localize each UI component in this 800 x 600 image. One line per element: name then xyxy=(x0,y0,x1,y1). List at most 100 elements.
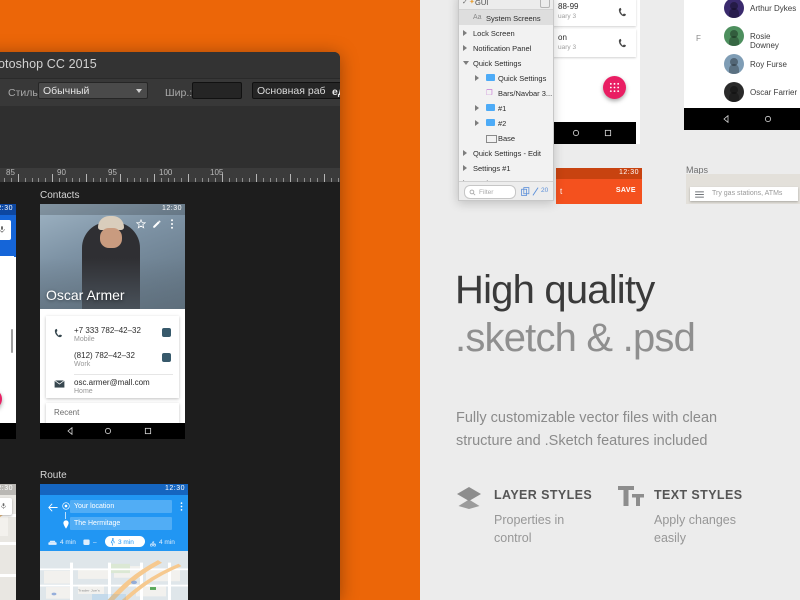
width-input[interactable] xyxy=(192,82,242,99)
artboard-contact-detail[interactable]: 12:30 Oscar Armer +7 333 782–42–32 Mobil… xyxy=(40,204,185,439)
chevron-right-icon[interactable] xyxy=(463,165,467,171)
opacity-icon[interactable] xyxy=(532,187,539,196)
route-connector xyxy=(65,512,66,519)
chevron-right-icon[interactable] xyxy=(463,30,467,36)
mic-icon[interactable] xyxy=(0,501,7,511)
message-icon-mobile[interactable] xyxy=(162,328,171,337)
artboard-contacts-list[interactable]: 12:30 Search people & places ★ ◴ xyxy=(0,204,16,439)
check-icon[interactable]: ✓ xyxy=(462,0,468,6)
android-nav-bar[interactable] xyxy=(40,423,185,439)
car-icon[interactable] xyxy=(48,540,57,546)
recent-card[interactable]: Recent xyxy=(46,403,179,423)
list-item[interactable]: Arthur Dykes xyxy=(0,328,16,350)
walk-mode-pill[interactable]: 3 min xyxy=(105,536,145,547)
call-log-row[interactable]: on uary 3 xyxy=(552,29,636,57)
walk-icon xyxy=(110,538,115,546)
save-button[interactable]: SAVE xyxy=(616,187,636,194)
duplicate-icon[interactable] xyxy=(521,187,530,196)
chevron-right-icon[interactable] xyxy=(475,120,479,126)
layer-row[interactable]: ❐ Bars/Navbar 3... xyxy=(459,85,553,100)
list-item[interactable]: Lucille Armer xyxy=(0,284,16,306)
photoshop-canvas[interactable]: ontact Contacts aps Route 12:30 Search p… xyxy=(0,182,340,600)
layer-row[interactable]: Quick Settings xyxy=(459,55,553,70)
list-item[interactable]: Oscar Farrier xyxy=(684,78,800,106)
layer-row[interactable]: Quick Settings xyxy=(459,70,553,85)
home-icon[interactable] xyxy=(104,427,112,435)
maps-search-input[interactable]: Try gas stations, ATMs xyxy=(0,498,12,515)
email-value[interactable]: osc.armer@mall.com xyxy=(74,378,150,387)
phone-icon[interactable] xyxy=(618,7,628,17)
filter-input[interactable]: Filter xyxy=(464,185,516,199)
sketch-layers-panel[interactable]: ✓ ✦ GUI Aa System Screens Lock Screen Notif… xyxy=(458,0,554,201)
artboard-maps[interactable]: Trader Joe's 12:30 Try gas stations, ATM… xyxy=(0,484,16,600)
destination-pin-icon xyxy=(63,520,69,529)
phone-icon[interactable] xyxy=(618,38,628,48)
dialer-fragment[interactable]: 88-99 uary 3 on uary 3 xyxy=(548,0,640,144)
status-bar: 12:30 xyxy=(556,168,642,179)
chevron-right-icon[interactable] xyxy=(475,75,479,81)
overflow-icon[interactable] xyxy=(170,219,174,229)
route-map-canvas[interactable]: Trader Joe's xyxy=(40,551,188,600)
chevron-right-icon[interactable] xyxy=(463,45,467,51)
android-nav-bar[interactable] xyxy=(0,423,16,439)
list-item[interactable]: APeter Avis xyxy=(0,262,16,284)
list-item[interactable]: Roy Furse xyxy=(684,50,800,78)
list-item[interactable]: Oscar Farrier xyxy=(0,394,16,416)
call-log-title: 88-99 xyxy=(558,2,579,11)
list-item[interactable]: DAngel Dillon xyxy=(0,306,16,328)
list-item[interactable]: Rosie Downey xyxy=(0,350,16,372)
chevron-right-icon[interactable] xyxy=(463,150,467,156)
layer-row[interactable]: #2 xyxy=(459,115,553,130)
layer-row[interactable]: #1 xyxy=(459,100,553,115)
phone-value-mobile[interactable]: +7 333 782–42–32 xyxy=(74,326,141,335)
chevron-right-icon[interactable] xyxy=(475,105,479,111)
list-item[interactable]: Rosie Downey xyxy=(684,22,800,50)
transit-icon[interactable] xyxy=(83,539,90,547)
mic-icon[interactable] xyxy=(0,224,6,235)
layer-row[interactable]: Base xyxy=(459,130,553,145)
origin-input[interactable]: Your location xyxy=(70,500,172,513)
maps-search-input[interactable]: Try gas stations, ATMs xyxy=(690,187,798,201)
search-input[interactable]: Search people & places xyxy=(0,220,11,240)
back-icon[interactable] xyxy=(722,115,730,123)
back-icon[interactable] xyxy=(66,427,74,435)
android-nav-bar[interactable] xyxy=(684,108,800,130)
edit-icon[interactable] xyxy=(152,219,162,229)
overflow-icon[interactable] xyxy=(180,502,183,511)
basic-field[interactable]: Основная раб xyxy=(252,82,340,99)
layer-row[interactable]: Notification Panel xyxy=(459,40,553,55)
photoshop-ruler[interactable]: 80859095100105 xyxy=(0,168,340,183)
list-item[interactable]: FRoy Furse xyxy=(0,372,16,394)
destination-input[interactable]: The Hermitage xyxy=(70,517,172,530)
android-nav-bar[interactable] xyxy=(552,122,636,144)
save-bar-fragment[interactable]: 12:30 t SAVE xyxy=(556,168,642,204)
contacts-tabs[interactable]: ★ ◴ xyxy=(0,244,16,258)
layer-row[interactable]: Aa System Screens xyxy=(459,10,553,25)
recents-icon[interactable] xyxy=(144,427,152,435)
maps-right-fragment[interactable]: Try gas stations, ATMs xyxy=(686,174,800,204)
phone-value-work[interactable]: (812) 782–42–32 xyxy=(74,351,135,360)
status-bar: 12:30 xyxy=(40,204,185,215)
collapse-icon[interactable] xyxy=(540,0,550,8)
scrollbar[interactable] xyxy=(11,329,13,353)
destination-value: The Hermitage xyxy=(74,520,121,527)
dialpad-fab[interactable] xyxy=(603,76,626,99)
contacts-right-fragment[interactable]: F Arthur Dykes Rosie Downey Roy Furse Oscar… xyxy=(684,0,800,130)
message-icon-work[interactable] xyxy=(162,353,171,362)
bike-icon[interactable] xyxy=(150,539,156,547)
call-log-row[interactable]: 88-99 uary 3 xyxy=(552,0,636,26)
chevron-down-icon[interactable] xyxy=(463,61,469,65)
artboard-route[interactable]: Trader Joe's 12:30 Your location The Her… xyxy=(40,484,188,600)
style-select[interactable]: Обычный xyxy=(38,82,148,99)
home-icon[interactable] xyxy=(764,115,772,123)
home-icon[interactable] xyxy=(572,129,580,137)
layer-row[interactable]: Quick Settings - Edit xyxy=(459,145,553,160)
layers-panel-footer: Filter 20 xyxy=(459,181,553,200)
list-item[interactable]: Arthur Dykes xyxy=(684,0,800,22)
hamburger-icon[interactable] xyxy=(695,191,704,198)
back-arrow-icon[interactable] xyxy=(48,503,58,512)
layer-row[interactable]: Settings #1 xyxy=(459,160,553,175)
star-icon[interactable] xyxy=(136,219,146,229)
layer-row[interactable]: Lock Screen xyxy=(459,25,553,40)
recents-icon[interactable] xyxy=(604,129,612,137)
